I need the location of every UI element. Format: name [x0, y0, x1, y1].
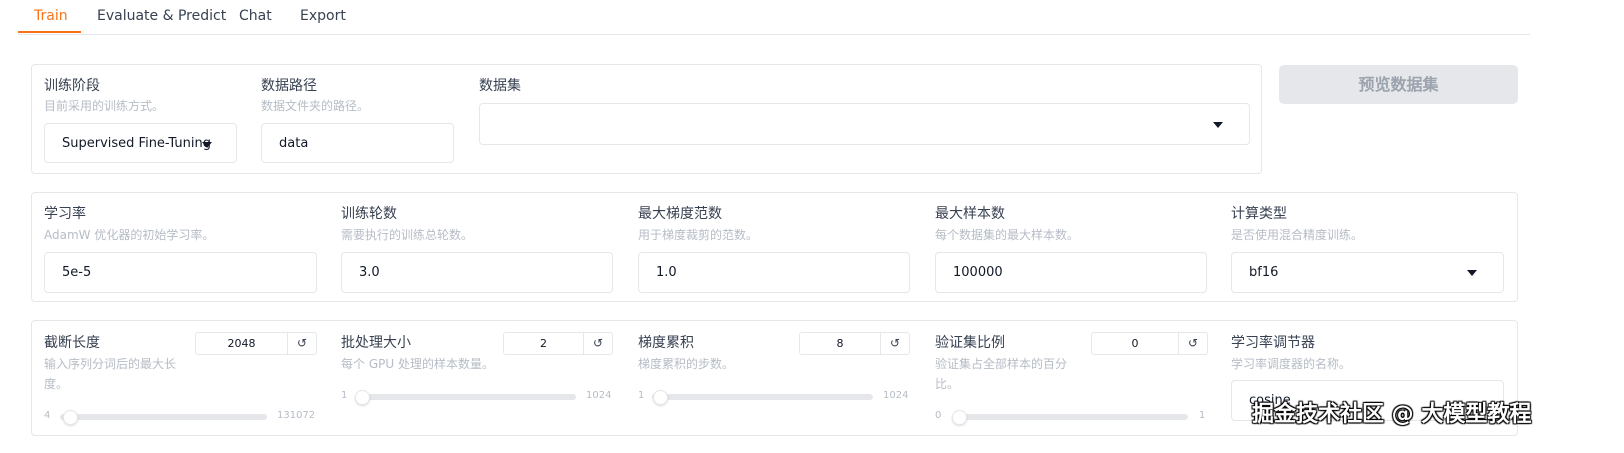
cutoff-len-value: 2048	[227, 337, 256, 350]
batch-size-max: 1024	[586, 390, 612, 401]
dataset-dir-info: 数据文件夹的路径。	[261, 99, 370, 113]
epochs-info: 需要执行的训练总轮数。	[341, 228, 474, 242]
max-grad-norm-value: 1.0	[656, 265, 677, 280]
stage-info: 目前采用的训练方式。	[44, 99, 165, 113]
preview-dataset-button[interactable]: 预览数据集	[1279, 65, 1518, 104]
reset-icon[interactable]: ↺	[880, 333, 909, 354]
val-size-value: 0	[1131, 337, 1139, 350]
active-tab-indicator	[18, 31, 81, 33]
grad-accum-min: 1	[638, 390, 645, 401]
max-grad-norm-label: 最大梯度范数	[638, 206, 722, 222]
val-size-info: 验证集占全部样本的百分比。	[935, 357, 1068, 391]
batch-size-number[interactable]: 2 ↺	[503, 332, 613, 355]
chevron-down-icon	[1467, 270, 1477, 276]
learning-rate-label: 学习率	[44, 206, 86, 222]
dataset-dir-input[interactable]: data	[261, 123, 454, 163]
val-size-min: 0	[935, 410, 942, 421]
chevron-down-icon	[1213, 122, 1223, 128]
val-size-label: 验证集比例	[935, 335, 1005, 351]
batch-size-min: 1	[341, 390, 348, 401]
epochs-input[interactable]: 3.0	[341, 252, 613, 293]
max-grad-norm-input[interactable]: 1.0	[638, 252, 910, 293]
grad-accum-value: 8	[836, 337, 844, 350]
cutoff-len-label: 截断长度	[44, 335, 100, 351]
dataset-label: 数据集	[479, 78, 521, 94]
training-params-panel: 学习率 AdamW 优化器的初始学习率。 5e-5 训练轮数 需要执行的训练总轮…	[31, 192, 1518, 302]
learning-rate-value: 5e-5	[62, 265, 92, 280]
stage-label: 训练阶段	[44, 78, 100, 94]
lr-scheduler-label: 学习率调节器	[1231, 335, 1315, 351]
max-samples-value: 100000	[953, 265, 1003, 280]
max-samples-input[interactable]: 100000	[935, 252, 1207, 293]
reset-icon[interactable]: ↺	[287, 333, 316, 354]
compute-type-info: 是否使用混合精度训练。	[1231, 228, 1364, 242]
stage-value: Supervised Fine-Tuning	[62, 136, 211, 151]
tab-evaluate-predict[interactable]: Evaluate & Predict	[97, 8, 226, 24]
cutoff-len-min: 4	[44, 410, 51, 421]
stage-dropdown[interactable]: Supervised Fine-Tuning	[44, 123, 237, 163]
cutoff-len-number[interactable]: 2048 ↺	[195, 332, 317, 355]
cutoff-len-max: 131072	[277, 410, 316, 421]
tab-export[interactable]: Export	[300, 8, 346, 24]
grad-accum-info: 梯度累积的步数。	[638, 357, 735, 371]
lr-scheduler-info: 学习率调度器的名称。	[1231, 357, 1352, 371]
max-samples-info: 每个数据集的最大样本数。	[935, 228, 1080, 242]
watermark: 掘金技术社区 @ 大模型教程	[1252, 402, 1532, 427]
dataset-dir-label: 数据路径	[261, 78, 317, 94]
val-size-slider[interactable]	[952, 410, 1188, 425]
cutoff-len-info: 输入序列分词后的最大长度。	[44, 357, 177, 391]
reset-icon[interactable]: ↺	[583, 333, 612, 354]
slider-thumb[interactable]	[653, 390, 669, 405]
batch-size-label: 批处理大小	[341, 335, 411, 351]
batch-size-slider[interactable]	[355, 390, 576, 405]
max-samples-label: 最大样本数	[935, 206, 1005, 222]
chevron-down-icon	[202, 142, 212, 148]
cutoff-len-slider[interactable]	[60, 410, 267, 425]
compute-type-dropdown[interactable]: bf16	[1231, 252, 1504, 293]
tab-train[interactable]: Train	[34, 8, 68, 24]
tab-chat[interactable]: Chat	[239, 8, 272, 24]
slider-thumb[interactable]	[355, 390, 371, 405]
grad-accum-max: 1024	[883, 390, 909, 401]
grad-accum-label: 梯度累积	[638, 335, 694, 351]
grad-accum-slider[interactable]	[652, 390, 873, 405]
dataset-dir-value: data	[279, 136, 309, 151]
reset-icon[interactable]: ↺	[1178, 333, 1207, 354]
compute-type-label: 计算类型	[1231, 206, 1287, 222]
epochs-label: 训练轮数	[341, 206, 397, 222]
val-size-max: 1	[1199, 410, 1206, 421]
slider-thumb[interactable]	[952, 410, 967, 425]
val-size-number[interactable]: 0 ↺	[1091, 332, 1208, 355]
batch-size-info: 每个 GPU 处理的样本数量。	[341, 357, 494, 371]
grad-accum-number[interactable]: 8 ↺	[799, 332, 910, 355]
batch-size-value: 2	[540, 337, 547, 350]
learning-rate-info: AdamW 优化器的初始学习率。	[44, 228, 215, 242]
dataset-settings-panel: 训练阶段 目前采用的训练方式。 Supervised Fine-Tuning 数…	[31, 64, 1262, 174]
learning-rate-input[interactable]: 5e-5	[44, 252, 317, 293]
max-grad-norm-info: 用于梯度裁剪的范数。	[638, 228, 759, 242]
compute-type-value: bf16	[1249, 265, 1279, 280]
epochs-value: 3.0	[359, 265, 380, 280]
dataset-dropdown[interactable]	[479, 103, 1250, 145]
tab-bar: Train Evaluate & Predict Chat Export	[18, 0, 1530, 35]
slider-thumb[interactable]	[63, 410, 79, 425]
